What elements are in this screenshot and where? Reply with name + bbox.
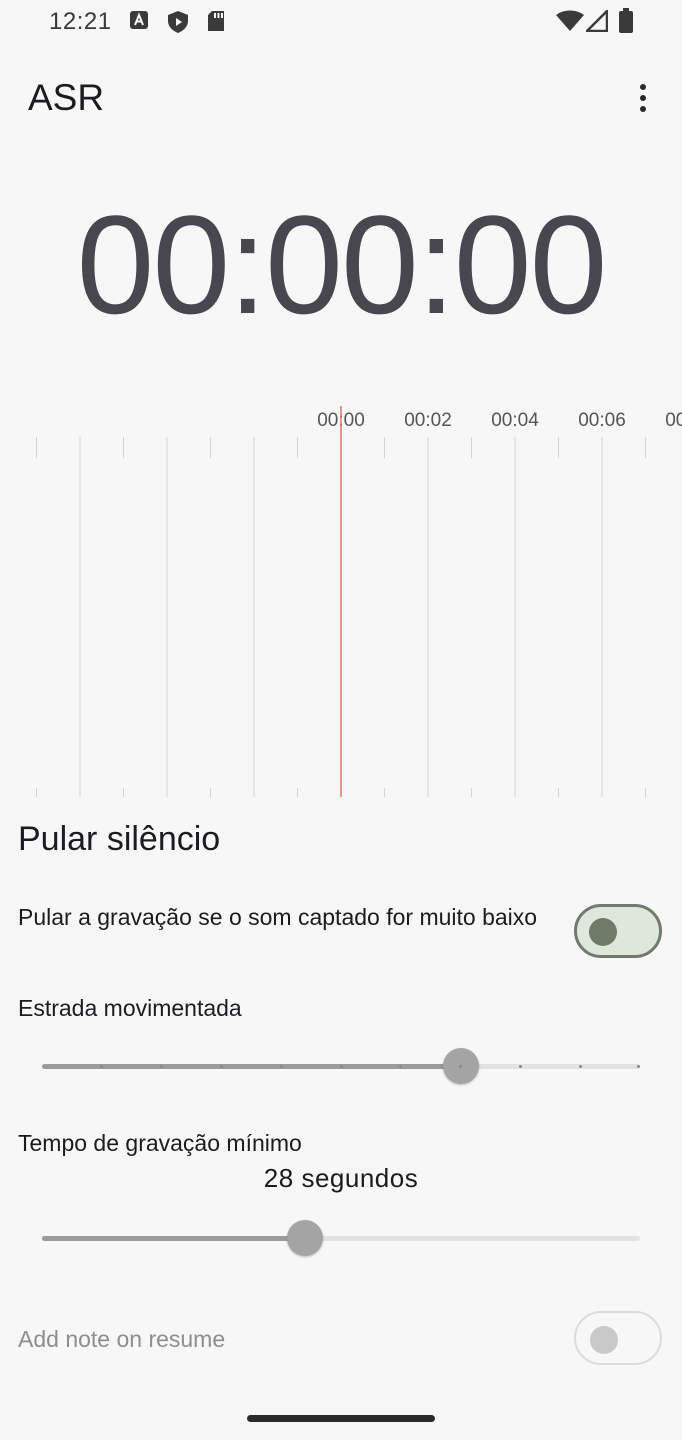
- battery-icon: [619, 8, 633, 33]
- slider-tick: [339, 1065, 343, 1068]
- toggle-knob: [589, 918, 617, 946]
- recording-timer: 00:00:00: [76, 186, 608, 343]
- skip-silence-toggle[interactable]: [574, 904, 662, 958]
- slider-tick: [279, 1065, 283, 1068]
- add-note-toggle[interactable]: [574, 1311, 662, 1365]
- slider-tick: [578, 1065, 582, 1068]
- section-title-skip-silence: Pular silêncio: [18, 820, 221, 858]
- add-note-label: Add note on resume: [18, 1326, 226, 1352]
- cell-signal-icon: [586, 10, 608, 32]
- slider-active-track: [42, 1064, 461, 1069]
- slider-tick: [637, 1065, 640, 1068]
- status-bar: 12:21: [0, 0, 682, 44]
- toggle-knob: [590, 1326, 618, 1354]
- waveform-timeline[interactable]: 00:0000:0200:0400:0600:08: [0, 400, 682, 800]
- time-tick-label: 00:06: [578, 410, 626, 431]
- app-title: ASR: [28, 77, 105, 118]
- slider-thumb[interactable]: [287, 1220, 324, 1256]
- noise-level-slider[interactable]: [40, 1046, 642, 1086]
- min-record-time-label: Tempo de gravação mínimo: [18, 1130, 302, 1156]
- time-tick-label: 00:08: [665, 410, 682, 431]
- min-record-time-slider[interactable]: [40, 1218, 642, 1258]
- time-tick-label: 00:04: [491, 410, 539, 431]
- shield-icon: [168, 11, 188, 33]
- skip-silence-toggle-label: Pular a gravação se o som captado for mu…: [18, 904, 538, 930]
- slider-tick: [518, 1065, 522, 1068]
- status-time: 12:21: [49, 8, 112, 35]
- slider-tick: [219, 1065, 223, 1068]
- slider-active-track: [42, 1236, 306, 1241]
- sd-card-icon: [208, 11, 224, 31]
- wifi-icon: [556, 10, 584, 31]
- noise-level-label: Estrada movimentada: [18, 995, 242, 1021]
- font-icon: [130, 11, 148, 29]
- time-tick-label: 00:02: [404, 410, 452, 431]
- min-record-time-value: 28 segundos: [263, 1163, 419, 1193]
- more-vert-icon[interactable]: [626, 78, 660, 118]
- home-indicator[interactable]: [247, 1415, 435, 1422]
